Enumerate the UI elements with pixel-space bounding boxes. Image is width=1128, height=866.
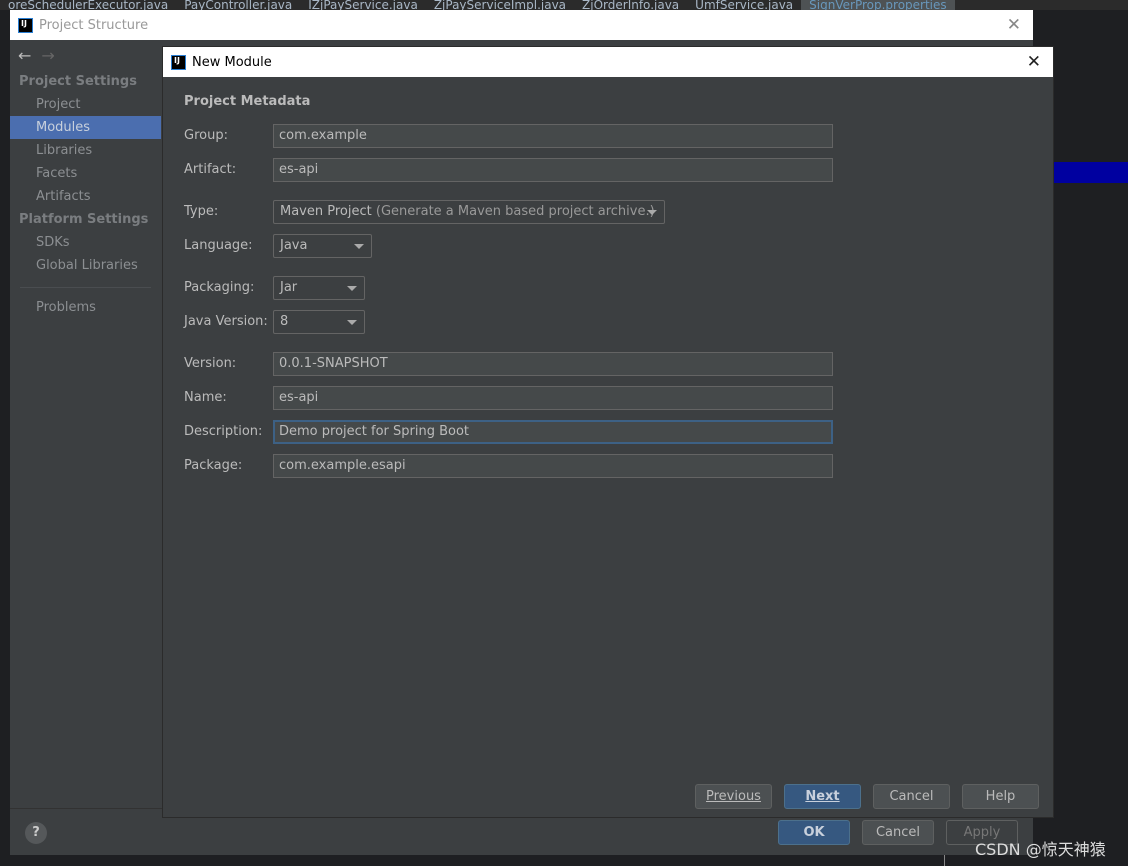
next-button[interactable]: Next bbox=[784, 784, 861, 809]
new-module-dialog: IJ _ New Module ✕ Project Metadata Group:… bbox=[162, 46, 1054, 818]
description-label: Description: bbox=[184, 424, 263, 439]
help-button[interactable]: Help bbox=[962, 784, 1039, 809]
section-title: Project Metadata bbox=[184, 94, 311, 109]
editor-tab[interactable]: ZjPayServiceImpl.java bbox=[426, 0, 574, 10]
watermark: CSDN @惊天神猿 bbox=[975, 840, 1106, 859]
next-label: Next bbox=[805, 789, 840, 804]
description-input[interactable]: Demo project for Spring Boot bbox=[273, 420, 833, 444]
package-input[interactable]: com.example.esapi bbox=[273, 454, 833, 478]
back-arrow-icon[interactable]: ← bbox=[18, 46, 31, 65]
dialog-title: New Module bbox=[192, 54, 272, 70]
editor-tab[interactable]: PayController.java bbox=[176, 0, 300, 10]
version-label: Version: bbox=[184, 356, 237, 371]
type-value: Maven Project bbox=[280, 204, 372, 219]
package-label: Package: bbox=[184, 458, 243, 473]
sidebar-item-modules[interactable]: Modules bbox=[10, 116, 161, 139]
window-title: Project Structure bbox=[39, 17, 149, 33]
close-icon[interactable]: ✕ bbox=[1007, 15, 1021, 35]
sidebar: Project Settings Project Modules Librari… bbox=[10, 70, 161, 319]
sidebar-divider bbox=[20, 287, 151, 288]
group-input[interactable]: com.example bbox=[273, 124, 833, 148]
new-module-titlebar: IJ _ New Module ✕ bbox=[163, 47, 1053, 77]
version-input[interactable]: 0.0.1-SNAPSHOT bbox=[273, 352, 833, 376]
cancel-button[interactable]: Cancel bbox=[862, 820, 934, 845]
navigation-arrows: ← → bbox=[18, 46, 55, 65]
forward-arrow-icon[interactable]: → bbox=[41, 46, 54, 65]
sidebar-item-problems[interactable]: Problems bbox=[10, 296, 161, 319]
packaging-label: Packaging: bbox=[184, 280, 255, 295]
chevron-down-icon bbox=[354, 244, 364, 249]
packaging-select[interactable]: Jar bbox=[273, 276, 365, 300]
artifact-input[interactable]: es-api bbox=[273, 158, 833, 182]
language-value: Java bbox=[280, 238, 308, 253]
editor-tab[interactable]: UmfService.java bbox=[687, 0, 801, 10]
chevron-down-icon bbox=[347, 320, 357, 325]
previous-label: Previous bbox=[706, 789, 761, 804]
sidebar-item-facets[interactable]: Facets bbox=[10, 162, 161, 185]
editor-tab[interactable]: IZjPayService.java bbox=[300, 0, 426, 10]
type-label: Type: bbox=[184, 204, 219, 219]
name-input[interactable]: es-api bbox=[273, 386, 833, 410]
sidebar-item-project[interactable]: Project bbox=[10, 93, 161, 116]
sidebar-section-project-settings: Project Settings bbox=[19, 74, 137, 89]
type-hint: (Generate a Maven based project archive.… bbox=[375, 204, 655, 219]
sidebar-item-sdks[interactable]: SDKs bbox=[10, 231, 161, 254]
artifact-label: Artifact: bbox=[184, 162, 237, 177]
java-version-select[interactable]: 8 bbox=[273, 310, 365, 334]
ok-button[interactable]: OK bbox=[778, 820, 850, 845]
java-version-label: Java Version: bbox=[184, 314, 268, 329]
sidebar-item-libraries[interactable]: Libraries bbox=[10, 139, 161, 162]
chevron-down-icon bbox=[647, 210, 657, 215]
chevron-down-icon bbox=[347, 286, 357, 291]
previous-button[interactable]: Previous bbox=[695, 784, 772, 809]
sidebar-item-artifacts[interactable]: Artifacts bbox=[10, 185, 161, 208]
language-label: Language: bbox=[184, 238, 253, 253]
help-icon[interactable]: ? bbox=[25, 822, 47, 844]
editor-divider bbox=[944, 855, 945, 866]
sidebar-section-platform-settings: Platform Settings bbox=[19, 212, 149, 227]
editor-tab[interactable]: ZjOrderInfo.java bbox=[574, 0, 687, 10]
type-select[interactable]: Maven Project (Generate a Maven based pr… bbox=[273, 200, 665, 224]
cancel-button[interactable]: Cancel bbox=[873, 784, 950, 809]
group-label: Group: bbox=[184, 128, 228, 143]
intellij-logo-icon: IJ _ bbox=[171, 54, 186, 74]
sidebar-item-global-libraries[interactable]: Global Libraries bbox=[10, 254, 161, 277]
java-version-value: 8 bbox=[280, 314, 289, 329]
name-label: Name: bbox=[184, 390, 227, 405]
packaging-value: Jar bbox=[280, 280, 298, 295]
editor-tab[interactable]: oreSchedulerExecutor.java bbox=[0, 0, 176, 10]
language-select[interactable]: Java bbox=[273, 234, 372, 258]
intellij-logo-icon: IJ _ bbox=[18, 17, 33, 37]
editor-tab-active[interactable]: SignVerProp.properties bbox=[801, 0, 955, 10]
project-structure-titlebar: IJ _ Project Structure ✕ bbox=[10, 10, 1033, 40]
close-icon[interactable]: ✕ bbox=[1027, 52, 1041, 72]
editor-tab-bar: oreSchedulerExecutor.java PayController.j… bbox=[0, 0, 1128, 10]
